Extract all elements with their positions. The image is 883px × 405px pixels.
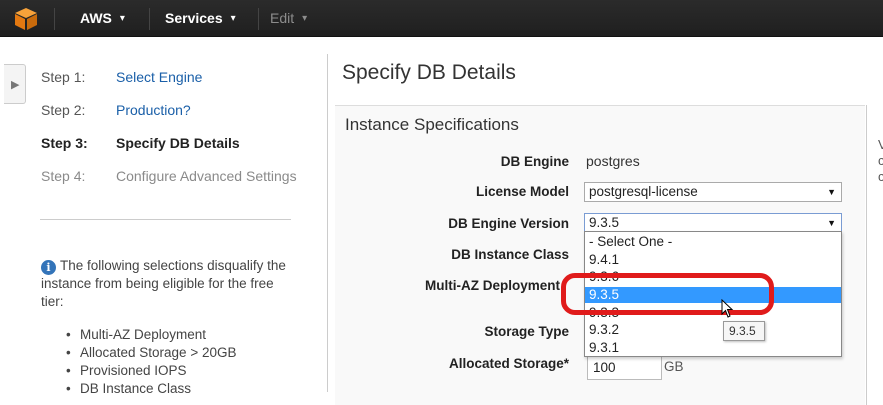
help-text-fragment: V	[878, 137, 883, 152]
info-icon: i	[41, 260, 56, 275]
mouse-cursor-icon	[721, 299, 734, 318]
license-model-select[interactable]: postgresql-license ▼	[584, 182, 842, 202]
dropdown-option[interactable]: 9.4.1	[585, 252, 841, 268]
step-label-configure-advanced: Configure Advanced Settings	[116, 168, 297, 184]
db-engine-label: DB Engine	[500, 154, 569, 169]
red-highlight-annotation	[561, 273, 774, 315]
section-title: Instance Specifications	[345, 115, 519, 134]
step-number: Step 4:	[41, 168, 86, 184]
chevron-down-icon: ▼	[827, 187, 836, 197]
storage-unit: GB	[664, 359, 684, 374]
free-tier-info-text: The following selections disqualify the …	[41, 258, 286, 309]
edit-menu-label: Edit	[270, 10, 295, 26]
free-tier-disqualifier-list: Multi-AZ Deployment Allocated Storage > …	[66, 326, 237, 398]
aws-cube-logo-icon[interactable]	[14, 7, 38, 31]
chevron-down-icon: ▾	[230, 13, 236, 24]
separator	[54, 8, 55, 30]
engine-version-label: DB Engine Version	[448, 216, 569, 231]
list-item: Provisioned IOPS	[66, 362, 236, 380]
step-link-production[interactable]: Production?	[116, 102, 191, 118]
help-panel: V c c	[866, 105, 883, 405]
chevron-right-icon: ▶	[11, 79, 20, 91]
license-model-value: postgresql-license	[589, 184, 698, 199]
page-title: Specify DB Details	[342, 61, 516, 84]
list-item: Allocated Storage > 20GB	[66, 344, 237, 362]
allocated-storage-label: Allocated Storage*	[448, 356, 569, 371]
db-engine-value: postgres	[586, 153, 640, 169]
divider	[40, 219, 291, 220]
allocated-storage-input[interactable]: 100	[587, 356, 662, 380]
option-tooltip: 9.3.5	[723, 321, 765, 341]
list-item: DB Instance Class	[66, 380, 236, 398]
chevron-down-icon: ▾	[119, 13, 125, 24]
edit-menu[interactable]: Edit ▾	[270, 10, 307, 26]
dropdown-option[interactable]: 9.3.1	[585, 340, 841, 356]
dropdown-option[interactable]: 9.3.2	[585, 322, 841, 338]
step-link-select-engine[interactable]: Select Engine	[116, 69, 202, 85]
step-label-specify-db-details: Specify DB Details	[116, 135, 240, 151]
multi-az-label: Multi-AZ Deployment	[425, 278, 560, 293]
step-number: Step 3:	[41, 135, 88, 151]
sidebar-toggle[interactable]: ▶	[4, 64, 26, 104]
services-menu-label: Services	[165, 10, 223, 26]
dropdown-option[interactable]: - Select One -	[585, 234, 841, 250]
vertical-divider	[327, 54, 328, 392]
top-navigation-bar: AWS ▾ Services ▾ Edit ▾	[0, 0, 883, 37]
separator	[258, 8, 259, 30]
chevron-down-icon: ▾	[302, 13, 308, 24]
services-menu[interactable]: Services ▾	[165, 10, 236, 26]
aws-menu[interactable]: AWS ▾	[80, 10, 125, 26]
aws-menu-label: AWS	[80, 10, 112, 26]
chevron-down-icon: ▼	[827, 218, 836, 228]
engine-version-select[interactable]: 9.3.5 ▼	[584, 213, 842, 233]
help-text-fragment: c	[878, 153, 883, 168]
engine-version-value: 9.3.5	[589, 215, 620, 230]
list-item: Multi-AZ Deployment	[66, 326, 236, 344]
step-number: Step 2:	[41, 102, 86, 118]
free-tier-info: i The following selections disqualify the…	[41, 257, 296, 311]
separator	[149, 8, 150, 30]
license-model-label: License Model	[475, 184, 569, 199]
help-text-fragment: c	[878, 169, 883, 184]
step-number: Step 1:	[41, 69, 86, 85]
storage-type-label: Storage Type	[484, 324, 569, 339]
instance-class-label: DB Instance Class	[451, 247, 569, 262]
